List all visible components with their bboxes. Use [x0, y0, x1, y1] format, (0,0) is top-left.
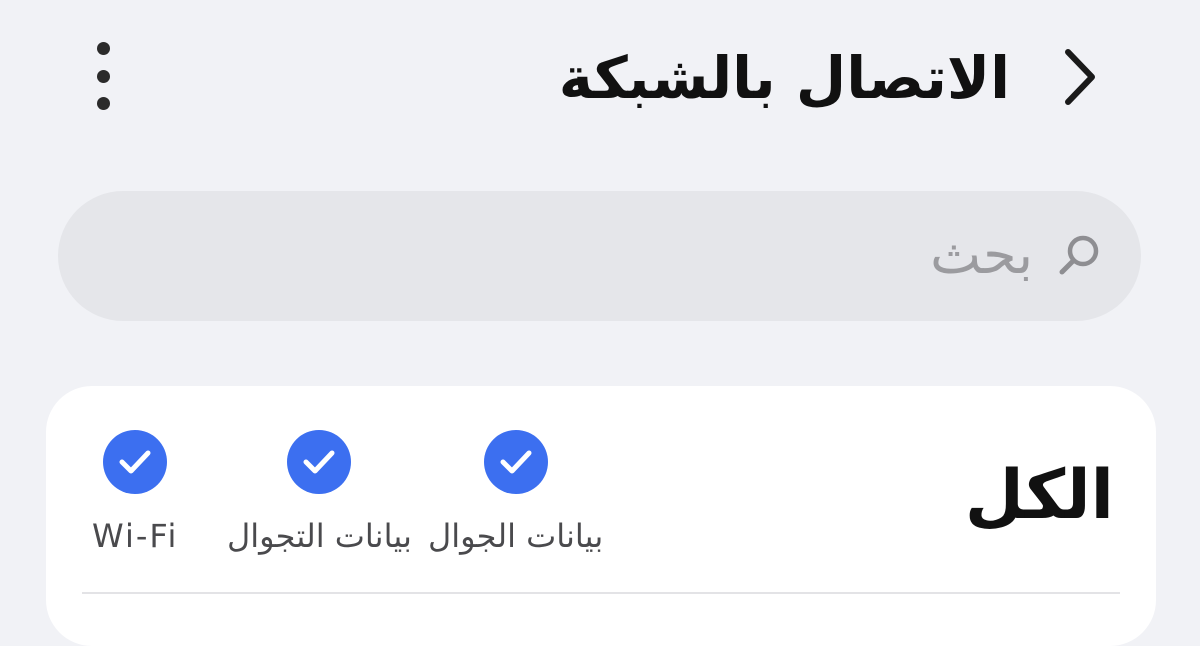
filter-option-label: Wi-Fi: [92, 517, 179, 555]
page-title: الاتصال بالشبكة: [558, 44, 1010, 112]
filter-card: الكل بيانات الجوال بيانات التجوال Wi-Fi: [46, 386, 1156, 646]
divider: [82, 592, 1120, 594]
filter-option-roaming-data[interactable]: بيانات التجوال: [227, 430, 412, 556]
back-button[interactable]: [1050, 42, 1110, 112]
search-icon: [1059, 235, 1099, 275]
filter-option-wifi[interactable]: Wi-Fi: [92, 430, 178, 556]
checkmark-icon: [287, 430, 352, 494]
app-bar: الاتصال بالشبكة: [0, 0, 1200, 150]
checkmark-icon: [483, 430, 548, 494]
checkmark-icon: [103, 430, 168, 494]
filter-option-label: بيانات التجوال: [227, 517, 412, 555]
search-input[interactable]: بحث: [58, 191, 1141, 321]
filter-card-title: الكل: [964, 456, 1114, 535]
filter-option-label: بيانات الجوال: [428, 517, 604, 555]
more-vertical-icon-dot: [96, 69, 110, 83]
filter-option-mobile-data[interactable]: بيانات الجوال: [428, 430, 603, 556]
more-vertical-icon: [96, 42, 110, 55]
more-vertical-icon-dot: [96, 97, 110, 110]
search-placeholder: بحث: [930, 223, 1033, 286]
chevron-right-icon: [1065, 49, 1095, 105]
more-options-button[interactable]: [78, 36, 128, 116]
